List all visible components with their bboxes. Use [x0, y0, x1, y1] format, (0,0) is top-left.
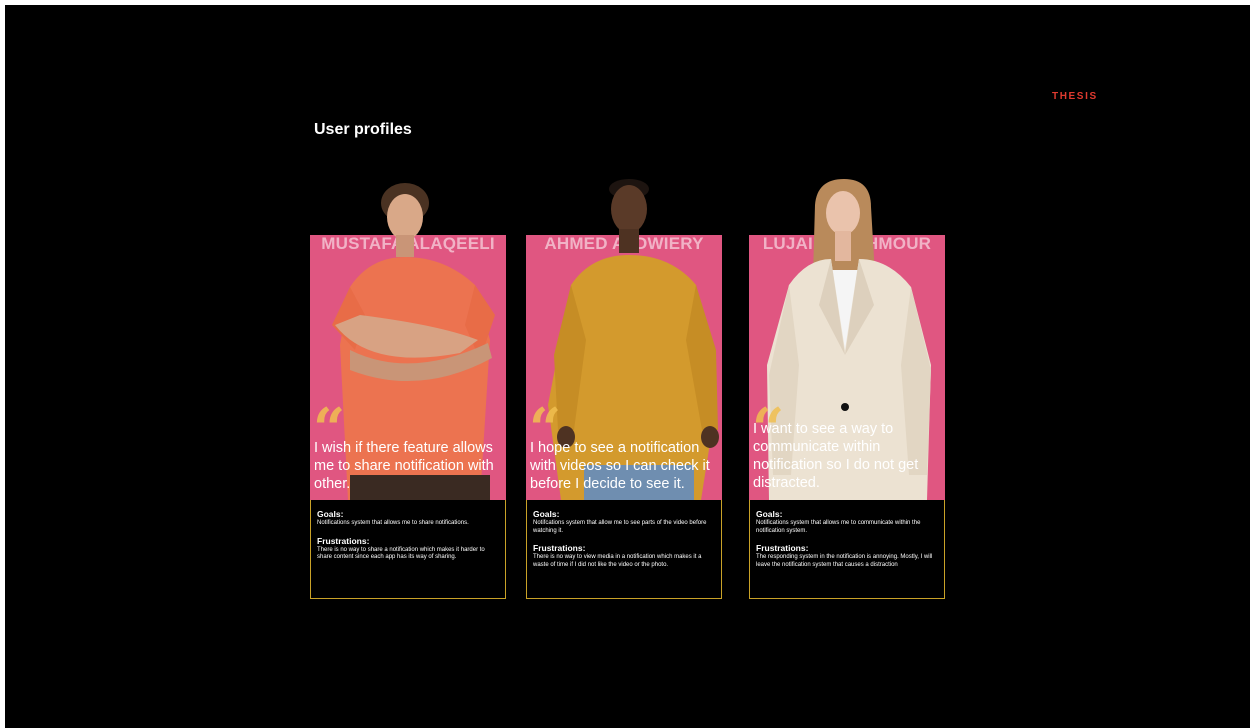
frustrations-heading: Frustrations: [756, 543, 809, 553]
frustrations-heading: Frustrations: [317, 535, 370, 546]
goals-text: Notifcations system that allow me to see… [533, 520, 707, 534]
brand-logo: THESIS [1052, 91, 1098, 102]
goals-text: Notifications system that allows me to c… [756, 520, 921, 534]
profile-card-2: AHMED ALDWIERY “ I hope to see a notific… [526, 175, 722, 599]
profile-quote: I hope to see a notification with videos… [530, 440, 710, 492]
goals-heading: Goals: [317, 509, 344, 519]
frustrations-text: The responding system in the notificatio… [756, 554, 933, 568]
goals-heading: Goals: [533, 509, 560, 519]
profile-info: Goals: Notifications system that allows … [310, 500, 506, 599]
profile-info: Goals: Notifcations system that allow me… [526, 500, 722, 599]
profile-quote: I want to see a way to communicate withi… [753, 421, 919, 491]
goals-text: Notifications system that allows me to s… [317, 520, 469, 526]
profile-card-3: LUJAIN YAGHMOUR “ I want to see a way to [749, 175, 945, 599]
profile-quote: I wish if there feature allows me to sha… [314, 440, 494, 492]
goals-heading: Goals: [756, 509, 783, 519]
page-title: User profiles [314, 121, 412, 138]
slide: THESIS User profiles MUSTAFA ALAQEELI “ … [5, 5, 1250, 728]
frustrations-text: There is no way to share a notification … [317, 546, 485, 561]
frustrations-heading: Frustrations: [533, 543, 586, 553]
frustrations-text: There is no way to view media in a notif… [533, 554, 702, 568]
profile-card-1: MUSTAFA ALAQEELI “ I wish if there featu… [310, 175, 506, 599]
profile-info: Goals: Notifications system that allows … [749, 500, 945, 599]
